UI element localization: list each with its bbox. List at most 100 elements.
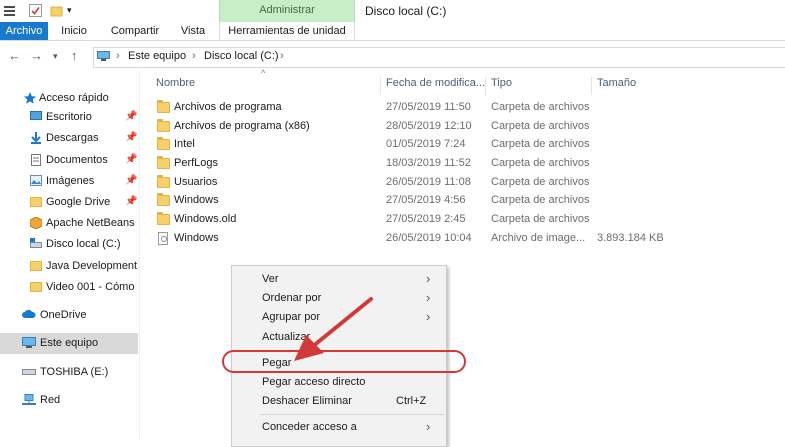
sidebar-item-label: Java Development K [46, 260, 138, 272]
sidebar-item-disco-local[interactable]: Disco local (C:) [0, 234, 138, 255]
folder-icon [157, 212, 170, 225]
contextual-tab-group: Administrar [219, 0, 355, 22]
menu-item-pegar-acceso-directo[interactable]: Pegar acceso directo [232, 373, 446, 392]
file-name: Windows [174, 232, 219, 244]
file-row[interactable]: Windows 26/05/2019 10:04 Archivo de imag… [154, 230, 674, 248]
sidebar-item-label: Google Drive [46, 196, 111, 208]
recent-locations-chevron-icon[interactable]: ▾ [53, 51, 58, 62]
navigation-pane: Acceso rápido Escritorio 📌 Descargas 📌 D… [0, 71, 140, 439]
sidebar-item-escritorio[interactable]: Escritorio 📌 [0, 107, 138, 128]
file-name: Windows.old [174, 213, 237, 225]
file-row[interactable]: Archivos de programa 27/05/2019 11:50 Ca… [154, 99, 674, 117]
breadcrumb-este-equipo[interactable]: Este equipo [128, 50, 186, 62]
menu-item-conceder-acceso[interactable]: Conceder acceso a › [232, 418, 446, 437]
file-date: 18/03/2019 11:52 [386, 157, 471, 169]
check-icon[interactable] [29, 4, 42, 17]
sidebar-item-acceso-rapido[interactable]: Acceso rápido [0, 88, 138, 109]
sidebar-item-label: Acceso rápido [39, 92, 109, 104]
file-row[interactable]: Intel 01/05/2019 7:24 Carpeta de archivo… [154, 136, 674, 154]
file-row[interactable]: Windows.old 27/05/2019 2:45 Carpeta de a… [154, 211, 674, 229]
file-date: 01/05/2019 7:24 [386, 138, 466, 150]
pin-icon[interactable]: 📌 [125, 154, 137, 165]
file-date: 26/05/2019 10:04 [386, 232, 472, 244]
annotation-arrow-icon [294, 297, 373, 361]
sidebar-item-video-001[interactable]: Video 001 - Cómo D [0, 277, 138, 298]
file-name: Archivos de programa (x86) [174, 120, 310, 132]
pictures-icon [30, 175, 42, 186]
window-title: Disco local (C:) [365, 4, 447, 18]
pin-icon[interactable]: 📌 [125, 175, 137, 186]
menu-item-deshacer-eliminar[interactable]: Deshacer Eliminar Ctrl+Z [232, 392, 446, 411]
forward-arrow-icon[interactable]: → [30, 48, 43, 63]
sidebar-item-label: Escritorio [46, 111, 92, 123]
pin-icon[interactable]: 📌 [125, 132, 137, 143]
menu-item-label: Ver [262, 273, 279, 285]
sidebar-item-apache-netbeans[interactable]: Apache NetBeans ID [0, 213, 138, 234]
properties-icon[interactable] [3, 4, 16, 17]
title-bar: ▾ Administrar Disco local (C:) [0, 0, 785, 22]
sidebar-item-red[interactable]: Red [0, 390, 138, 411]
file-row[interactable]: Windows 27/05/2019 4:56 Carpeta de archi… [154, 192, 674, 210]
tab-vista[interactable]: Vista [172, 22, 214, 40]
folder-icon [157, 119, 170, 132]
pin-icon[interactable]: 📌 [125, 111, 137, 122]
download-icon [30, 132, 42, 144]
sidebar-item-documentos[interactable]: Documentos 📌 [0, 150, 138, 171]
menu-item-label: Conceder acceso a [262, 421, 357, 433]
sort-ascending-icon: ^ [261, 68, 266, 78]
file-type: Carpeta de archivos [491, 213, 590, 225]
address-bar[interactable]: › Este equipo › Disco local (C:) › [93, 47, 785, 68]
tab-herramientas-de-unidad[interactable]: Herramientas de unidad [219, 22, 355, 40]
file-type: Carpeta de archivos [491, 101, 590, 113]
disk-image-icon [158, 232, 168, 245]
sidebar-item-toshiba[interactable]: TOSHIBA (E:) [0, 362, 138, 383]
sidebar-item-label: Imágenes [46, 175, 95, 187]
sidebar-item-imagenes[interactable]: Imágenes 📌 [0, 171, 138, 192]
folder-icon [157, 175, 170, 188]
file-type: Carpeta de archivos [491, 194, 590, 206]
column-header-fecha[interactable]: Fecha de modifica... [380, 77, 485, 95]
folder-icon [30, 260, 42, 271]
cloud-icon [22, 309, 36, 320]
breadcrumb-separator-icon: › [116, 50, 120, 62]
file-row[interactable]: PerfLogs 18/03/2019 11:52 Carpeta de arc… [154, 155, 674, 173]
desktop-icon [30, 111, 42, 122]
folder-icon [157, 100, 170, 113]
sidebar-item-label: Disco local (C:) [46, 238, 121, 250]
menu-separator [260, 414, 444, 415]
file-date: 27/05/2019 2:45 [386, 213, 466, 225]
tab-inicio[interactable]: Inicio [52, 22, 96, 40]
chevron-down-icon[interactable]: ▾ [67, 5, 80, 18]
file-row[interactable]: Usuarios 26/05/2019 11:08 Carpeta de arc… [154, 174, 674, 192]
sidebar-item-este-equipo[interactable]: Este equipo [0, 333, 138, 354]
new-folder-icon[interactable] [50, 4, 63, 17]
breadcrumb-disco-local[interactable]: Disco local (C:) [204, 50, 279, 62]
sidebar-item-google-drive[interactable]: Google Drive 📌 [0, 192, 138, 213]
back-arrow-icon[interactable]: ← [8, 48, 21, 63]
tab-archivo[interactable]: Archivo [0, 22, 48, 40]
submenu-chevron-icon: › [426, 271, 431, 286]
pin-icon[interactable]: 📌 [125, 196, 137, 207]
sidebar-item-descargas[interactable]: Descargas 📌 [0, 128, 138, 149]
submenu-chevron-icon: › [426, 309, 431, 324]
folder-icon [157, 193, 170, 206]
sidebar-item-label: Descargas [46, 132, 99, 144]
ribbon-tabs: Archivo Inicio Compartir Vista Herramien… [0, 22, 785, 41]
sidebar-item-label: Apache NetBeans ID [46, 217, 138, 229]
column-header-tipo[interactable]: Tipo [485, 77, 512, 95]
drive-icon [30, 238, 42, 249]
column-header-tamano[interactable]: Tamaño [591, 77, 636, 95]
sidebar-item-onedrive[interactable]: OneDrive [0, 305, 138, 326]
column-header-nombre[interactable]: Nombre [151, 77, 195, 95]
file-type: Carpeta de archivos [491, 138, 590, 150]
computer-icon [22, 337, 36, 348]
file-date: 26/05/2019 11:08 [386, 176, 471, 188]
sidebar-item-java-development[interactable]: Java Development K [0, 256, 138, 277]
folder-icon [157, 156, 170, 169]
tab-compartir[interactable]: Compartir [105, 22, 165, 40]
sidebar-item-label: Red [40, 394, 61, 406]
menu-item-ver[interactable]: Ver › [232, 270, 446, 289]
file-row[interactable]: Archivos de programa (x86) 28/05/2019 12… [154, 118, 674, 136]
up-arrow-icon[interactable]: ↑ [71, 48, 78, 63]
submenu-chevron-icon: › [426, 419, 431, 434]
